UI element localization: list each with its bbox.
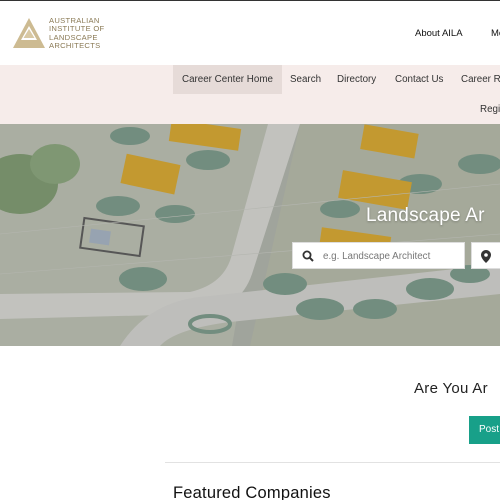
keyword-search-input[interactable] xyxy=(323,247,461,265)
landscape-plan-image xyxy=(0,124,500,346)
hero-title: Landscape Ar xyxy=(366,205,485,226)
career-center-nav: Career Center Home Search Directory Cont… xyxy=(0,65,500,124)
keyword-search-field[interactable] xyxy=(292,242,465,269)
logo-wordmark[interactable]: Australian Institute of Landscape Archit… xyxy=(49,16,119,51)
logo-line: Architects xyxy=(49,41,101,51)
map-pin-icon xyxy=(481,250,491,263)
member-link[interactable]: Me xyxy=(491,28,500,39)
featured-companies-heading: Featured Companies xyxy=(173,484,331,500)
nav-search[interactable]: Search xyxy=(281,65,330,94)
section-divider xyxy=(165,462,500,463)
nav-career-center-home[interactable]: Career Center Home xyxy=(173,65,282,94)
about-aila-link[interactable]: About AILA xyxy=(415,28,463,39)
search-icon xyxy=(302,250,314,262)
employer-prompt-heading: Are You Ar xyxy=(414,380,488,397)
aila-logo-icon[interactable] xyxy=(12,17,46,49)
nav-directory[interactable]: Directory xyxy=(328,65,385,94)
nav-career-resources[interactable]: Career Re xyxy=(452,65,500,94)
site-header: Australian Institute of Landscape Archit… xyxy=(0,0,500,65)
nav-contact-us[interactable]: Contact Us xyxy=(386,65,452,94)
hero-banner: Landscape Ar xyxy=(0,124,500,346)
post-job-button[interactable]: Post xyxy=(469,416,500,444)
nav-register[interactable]: Regi xyxy=(471,95,500,124)
location-search-field[interactable] xyxy=(471,242,500,269)
